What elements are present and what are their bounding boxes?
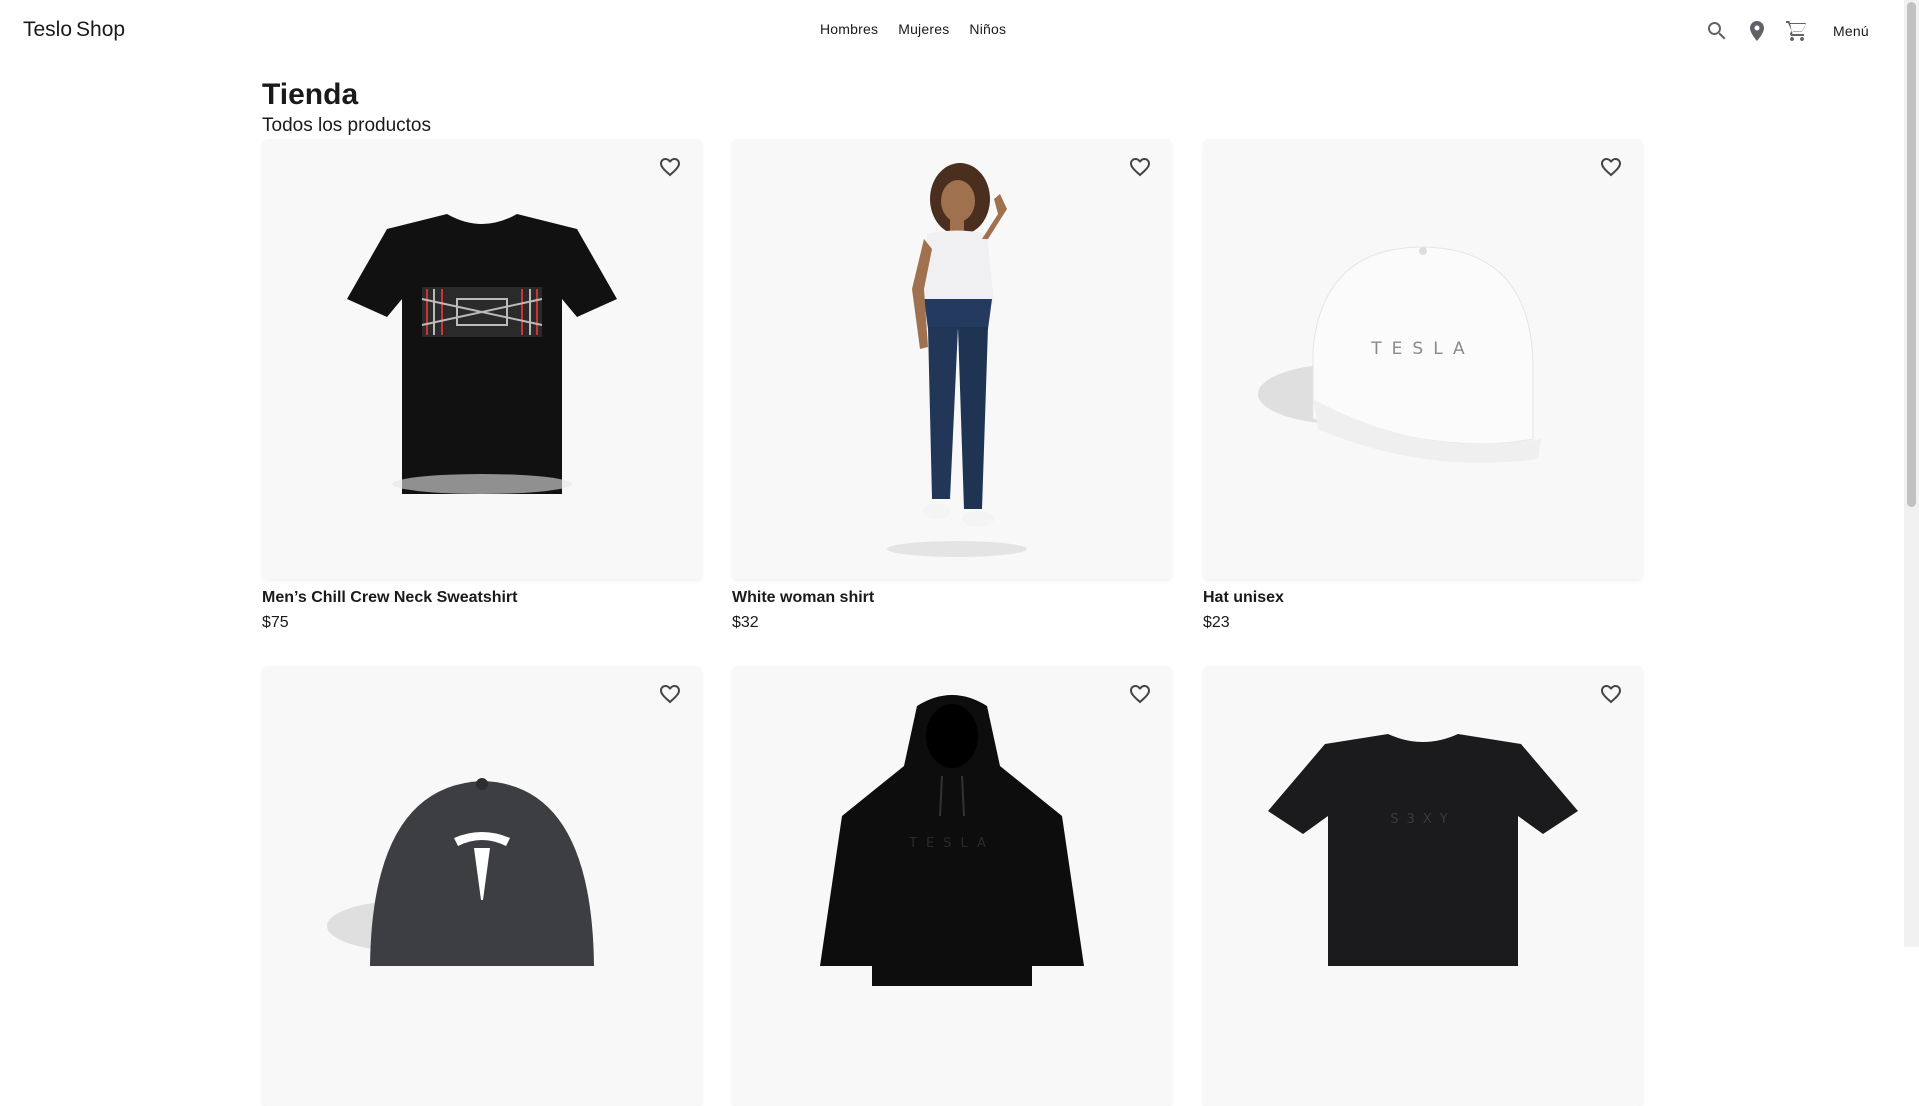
product-name[interactable]: White woman shirt (732, 589, 1172, 607)
product-card[interactable]: S3XY (1203, 666, 1643, 1106)
white-tesla-cap-image: TESLA (1258, 246, 1541, 463)
product-card[interactable]: White woman shirt $32 (732, 139, 1172, 632)
brand-suffix: Shop (76, 18, 126, 41)
location-icon[interactable] (1743, 17, 1771, 45)
brand-logo-link[interactable]: Teslo Shop (23, 18, 125, 42)
product-card[interactable]: TESLA Hat unisex $23 (1203, 139, 1643, 632)
product-image[interactable] (262, 666, 702, 1106)
favorite-heart-icon[interactable] (1126, 680, 1154, 708)
nav-actions: Menú (1703, 17, 1869, 45)
cart-icon[interactable] (1783, 17, 1811, 45)
svg-text:TESLA: TESLA (1370, 339, 1474, 359)
favorite-heart-icon[interactable] (656, 153, 684, 181)
svg-text:S3XY: S3XY (1390, 812, 1455, 827)
product-price: $75 (262, 614, 289, 631)
product-image[interactable] (732, 139, 1172, 579)
black-s3xy-tshirt-image: S3XY (1268, 734, 1578, 966)
nav-link-mujeres[interactable]: Mujeres (888, 21, 959, 37)
favorite-heart-icon[interactable] (656, 680, 684, 708)
product-card[interactable]: TESLA (732, 666, 1172, 1106)
scrollbar-thumb[interactable] (1907, 2, 1916, 507)
black-tesla-hoodie-image: TESLA (820, 695, 1084, 986)
search-icon[interactable] (1703, 17, 1731, 45)
brand-name: Teslo (23, 18, 73, 41)
page-title: Tienda (262, 78, 359, 111)
page-subtitle: Todos los productos (262, 115, 431, 136)
favorite-heart-icon[interactable] (1126, 153, 1154, 181)
product-image[interactable]: TESLA (1203, 139, 1643, 579)
nav-link-ninos[interactable]: Niños (959, 21, 1016, 37)
product-card[interactable] (262, 666, 702, 1106)
product-image[interactable]: TESLA (732, 666, 1172, 1106)
black-graphic-tshirt-image (347, 214, 617, 494)
category-nav: Hombres Mujeres Niños (810, 21, 1016, 37)
favorite-heart-icon[interactable] (1597, 680, 1625, 708)
menu-button[interactable]: Menú (1833, 23, 1869, 39)
woman-white-shirt-image (887, 163, 1027, 557)
product-image[interactable]: S3XY (1203, 666, 1643, 1106)
gray-tesla-cap-image (327, 778, 594, 966)
navbar: Teslo Shop Hombres Mujeres Niños Menú (0, 0, 1904, 62)
product-name[interactable]: Hat unisex (1203, 589, 1643, 607)
product-image[interactable] (262, 139, 702, 579)
product-name[interactable]: Men’s Chill Crew Neck Sweatshirt (262, 589, 702, 607)
page-scrollbar[interactable] (1904, 0, 1919, 947)
favorite-heart-icon[interactable] (1597, 153, 1625, 181)
product-price: $23 (1203, 614, 1230, 631)
nav-link-hombres[interactable]: Hombres (810, 21, 888, 37)
product-price: $32 (732, 614, 759, 631)
product-card[interactable]: Men’s Chill Crew Neck Sweatshirt $75 (262, 139, 702, 632)
svg-text:TESLA: TESLA (908, 836, 995, 851)
